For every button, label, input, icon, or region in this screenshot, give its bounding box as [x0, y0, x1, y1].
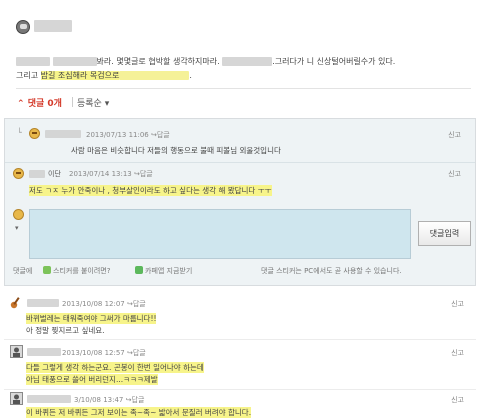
reply-label: 답글	[156, 131, 170, 139]
report-link[interactable]: 신고	[448, 169, 461, 179]
redacted-text	[52, 57, 97, 66]
comment-input-row: ▾ 댓글입력	[5, 209, 475, 269]
comment-text: 아님 태풍으로 쓸어 버리던지...ㅋㅋㅋ제발	[26, 374, 158, 385]
sticker-icon	[43, 266, 51, 274]
redacted-text	[119, 71, 190, 80]
comment-item: └ 2013/07/13 11:06 ↪답글 신고 사람 마음은 비슷합니다 저…	[5, 124, 475, 160]
sort-label: 등록순	[77, 99, 102, 109]
post-line-1-text: 봐라. 몇몇글로 협박할 생각하지마라.	[96, 57, 220, 66]
comment-date: 3/10/08 13:47	[74, 396, 124, 404]
redacted-username[interactable]	[27, 299, 59, 307]
report-link[interactable]: 신고	[451, 299, 464, 309]
comment-text: 바뀌벌레는 태워죽여야 그써가 마룹니다!!	[26, 313, 157, 324]
redacted-text	[16, 57, 50, 66]
comment-date: 2013/10/08 12:07	[62, 300, 125, 308]
post-line-2-start: 그리고	[16, 71, 41, 80]
reply-link[interactable]: ↪답글	[126, 396, 145, 404]
comment-list: 2013/10/08 12:07 ↪답글 신고 바뀌벌레는 태워죽여야 그써가 …	[0, 286, 480, 418]
cafe-app-link[interactable]: 카페앱 지금받기	[135, 266, 192, 276]
guitar-icon[interactable]	[10, 296, 23, 309]
sort-dropdown[interactable]: 등록순 ▾	[77, 96, 109, 109]
divider	[4, 339, 476, 340]
comment-thread: └ 2013/07/13 11:06 ↪답글 신고 사람 마음은 비슷합니다 저…	[4, 118, 476, 286]
post-line-1: 봐라. 몇몇글로 협박할 생각하지마라. .그러다가 니 신상털어버릴수가 있다…	[16, 55, 471, 69]
report-link[interactable]: 신고	[448, 130, 461, 140]
report-link[interactable]: 신고	[451, 348, 464, 358]
reply-link[interactable]: ↪답글	[127, 300, 146, 308]
comment-meta: 2013/07/14 13:13 ↪답글	[69, 169, 153, 179]
sticker-notice: 댓글 스티커는 PC에서도 곧 사용할 수 있습니다.	[261, 267, 402, 275]
divider	[16, 88, 471, 89]
submit-comment-button[interactable]: 댓글입력	[418, 221, 471, 246]
list-item: 2013/10/08 12:07 ↪답글 신고 바뀌벌레는 태워죽여야 그써가 …	[0, 294, 480, 336]
cafe-app-label: 카페앱 지금받기	[145, 267, 193, 275]
reply-arrow-icon: └	[17, 128, 22, 137]
comment-label: 댓글	[27, 99, 45, 109]
reply-label: 답글	[139, 170, 153, 178]
chevron-up-icon: ⌃	[17, 99, 25, 109]
comment-tools: 댓글에 스티커를 붙이려면? 카페앱 지금받기 댓글 스티커는 PC에서도 곧 …	[5, 263, 475, 279]
tools-prefix-label: 댓글에	[13, 267, 33, 275]
comment-text: 아 정말 찢지르고 싶네요.	[26, 326, 105, 335]
my-emoticon-icon[interactable]	[13, 209, 24, 220]
emoticon-dropdown-icon[interactable]: ▾	[15, 224, 19, 232]
comment-meta: 2013/10/08 12:07 ↪답글	[62, 299, 146, 309]
reply-link[interactable]: ↪답글	[151, 131, 170, 139]
reply-label: 답글	[131, 396, 145, 404]
redacted-username[interactable]	[45, 130, 81, 138]
sticker-help-label: 스티커를 붙이려면?	[53, 267, 111, 275]
post-body: 봐라. 몇몇글로 협박할 생각하지마라. .그러다가 니 신상털어버릴수가 있다…	[16, 55, 471, 83]
reply-link[interactable]: ↪답글	[134, 170, 153, 178]
comment-meta: 2013/07/13 11:06 ↪답글	[86, 130, 170, 140]
chevron-down-icon: ▾	[104, 99, 110, 109]
user-photo-icon[interactable]	[10, 345, 23, 358]
comment-date: 2013/07/14 13:13	[69, 170, 132, 178]
post-line-2-end: .	[189, 71, 192, 80]
cafe-app-icon	[135, 266, 143, 274]
post-line-2-highlight: 밤길 조심해라 목검으로	[40, 71, 120, 80]
comment-input[interactable]	[29, 209, 411, 259]
author-name-redacted[interactable]	[34, 20, 72, 32]
post-line-1-tail: .그러다가 니 신상털어버릴수가 있다.	[272, 57, 396, 66]
author-avatar[interactable]	[16, 20, 30, 34]
redacted-text	[222, 57, 273, 66]
comment-meta: 2013/10/08 12:57 ↪답글	[62, 348, 146, 358]
sticker-help-link[interactable]: 스티커를 붙이려면?	[43, 266, 110, 276]
comment-toggle[interactable]: ⌃ 댓글 0개	[17, 96, 62, 109]
comment-date: 2013/07/13 11:06	[86, 131, 149, 139]
post-section: 봐라. 몇몇글로 협박할 생각하지마라. .그러다가 니 신상털어버릴수가 있다…	[0, 0, 480, 118]
comment-author-suffix: 이단	[48, 170, 61, 178]
redacted-username[interactable]	[27, 395, 71, 403]
report-link[interactable]: 신고	[451, 395, 464, 405]
comment-date: 2013/10/08 12:57	[62, 349, 125, 357]
comment-text: 다들 그렇게 생각 하는군요. 곤봉이 한번 일어나야 하는데	[26, 362, 204, 373]
comment-meta: 3/10/08 13:47 ↪답글	[74, 395, 144, 405]
user-emoticon-icon[interactable]	[13, 168, 24, 179]
reply-label: 답글	[132, 300, 146, 308]
comment-text: 이 바퀴든 저 바퀴든 그저 보이는 족~족~ 밟아서 문질러 버려야 합니다.	[26, 407, 252, 418]
comment-count: 0개	[47, 99, 62, 109]
user-emoticon-icon[interactable]	[29, 128, 40, 139]
comment-item: 이단 2013/07/14 13:13 ↪답글 신고 저도 ㄱㅈ 누가 안죽이나…	[5, 162, 475, 200]
divider	[4, 389, 476, 390]
user-photo-icon[interactable]	[10, 392, 23, 405]
list-item: 3/10/08 13:47 ↪답글 신고 이 바퀴든 저 바퀴든 그저 보이는 …	[0, 391, 480, 418]
list-item: 2013/10/08 12:57 ↪답글 신고 다들 그렇게 생각 하는군요. …	[0, 343, 480, 387]
comment-text: 사람 마음은 비슷합니다 저들의 행동으로 불때 피볼님 외울것입니다	[71, 146, 281, 155]
reply-label: 답글	[132, 349, 146, 357]
post-line-2: 그리고 밤길 조심해라 목검으로.	[16, 69, 471, 83]
redacted-username[interactable]	[27, 348, 61, 356]
reply-link[interactable]: ↪답글	[127, 349, 146, 357]
comment-text: 저도 ㄱㅈ 누가 안죽이나 , 청부살인이라도 하고 싶다는 생각 해 봤답니다…	[29, 185, 272, 196]
divider	[72, 97, 73, 107]
redacted-username[interactable]	[29, 170, 45, 178]
